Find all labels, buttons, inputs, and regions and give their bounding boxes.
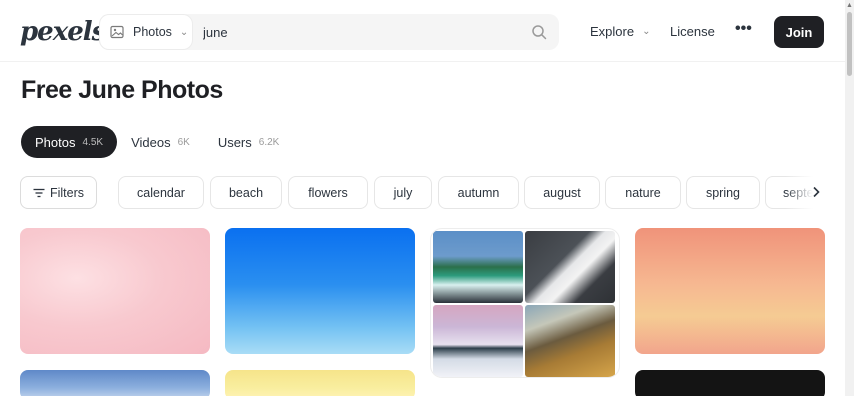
photo-peach-gradient[interactable]	[635, 228, 825, 354]
scroll-up-icon[interactable]: ▲	[846, 2, 853, 9]
search-type-dropdown[interactable]: Photos ⌄	[100, 15, 192, 49]
media-type-tabs: Photos 4.5K Videos 6K Users 6.2K	[21, 126, 293, 158]
chip-spring[interactable]: spring	[686, 176, 760, 209]
search-icon[interactable]	[531, 24, 547, 40]
chip-july[interactable]: july	[374, 176, 432, 209]
tab-photos[interactable]: Photos 4.5K	[21, 126, 118, 158]
collage-tile-coast	[433, 231, 523, 303]
pexels-logo[interactable]: pexels	[20, 17, 106, 47]
tab-count: 6.2K	[258, 136, 280, 148]
chip-autumn[interactable]: autumn	[438, 176, 519, 209]
join-button[interactable]: Join	[774, 16, 824, 48]
chip-nature[interactable]: nature	[605, 176, 681, 209]
tab-label: Videos	[131, 134, 171, 150]
chevron-down-icon: ⌄	[642, 26, 651, 37]
chevron-right-icon[interactable]	[808, 183, 824, 201]
tab-count: 6K	[177, 136, 190, 148]
chip-august[interactable]: august	[524, 176, 600, 209]
explore-menu[interactable]: Explore ⌄	[590, 24, 650, 39]
page-title: Free June Photos	[21, 76, 223, 104]
search-type-label: Photos	[133, 25, 172, 39]
more-menu-icon[interactable]: •••	[735, 20, 752, 38]
chevron-down-icon: ⌄	[179, 26, 189, 38]
collage-tile-car	[525, 231, 615, 303]
filter-icon	[33, 188, 45, 197]
photo-blue-sky[interactable]	[225, 228, 415, 354]
tab-label: Users	[217, 134, 252, 150]
photo-sky-clouds[interactable]	[20, 370, 210, 396]
page-scrollbar[interactable]: ▲	[845, 0, 854, 396]
photo-collage-card[interactable]	[430, 228, 620, 378]
search-input[interactable]	[203, 14, 523, 50]
photo-pink-clouds[interactable]	[20, 228, 210, 354]
tab-label: Photos	[35, 134, 76, 150]
chip-calendar[interactable]: calendar	[118, 176, 204, 209]
search-bar: Photos ⌄	[99, 14, 559, 50]
filters-label: Filters	[49, 185, 85, 200]
top-navigation-bar: pexels Photos ⌄ Explore ⌄ License ••• Jo…	[0, 0, 845, 62]
related-search-chips: calendar beach flowers july autumn augus…	[118, 176, 824, 209]
photo-dark-flowers[interactable]	[635, 370, 825, 396]
collage-tile-mountain	[525, 305, 615, 377]
image-icon	[110, 25, 124, 39]
tab-count: 4.5K	[82, 136, 104, 148]
tab-videos[interactable]: Videos 6K	[117, 126, 204, 158]
filters-button[interactable]: Filters	[20, 176, 97, 209]
collage-tile-snow-forest	[433, 305, 523, 377]
license-link[interactable]: License	[670, 24, 715, 39]
chip-beach[interactable]: beach	[210, 176, 282, 209]
chip-flowers[interactable]: flowers	[288, 176, 368, 209]
tab-users[interactable]: Users 6.2K	[204, 126, 294, 158]
scrollbar-thumb[interactable]	[847, 12, 852, 76]
explore-label: Explore	[590, 24, 635, 39]
photo-yellow-gradient[interactable]	[225, 370, 415, 396]
photo-script-card[interactable]	[430, 384, 620, 396]
